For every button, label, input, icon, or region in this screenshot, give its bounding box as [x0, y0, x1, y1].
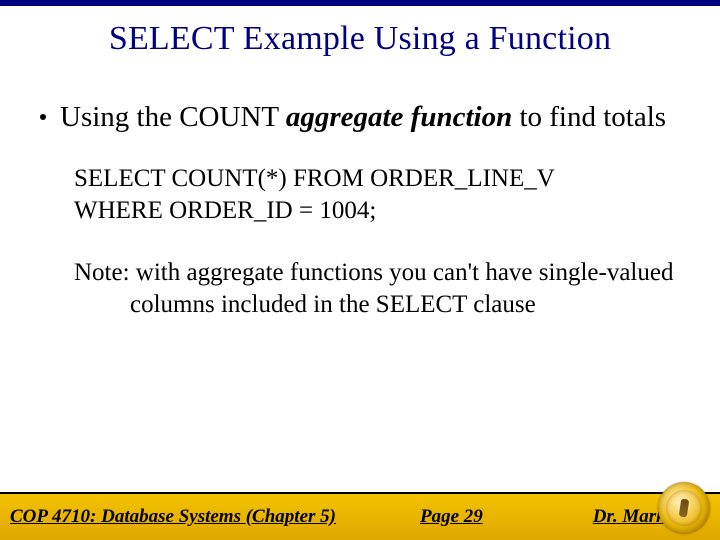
- sql-code-block: SELECT COUNT(*) FROM ORDER_LINE_V WHERE …: [74, 163, 680, 227]
- slide-title: SELECT Example Using a Function: [0, 6, 720, 66]
- footer-page: Page 29: [420, 506, 483, 528]
- footer-course: COP 4710: Database Systems (Chapter 5): [10, 506, 336, 528]
- note-text: Note: with aggregate functions you can't…: [130, 257, 680, 320]
- note-block: Note: with aggregate functions you can't…: [130, 257, 680, 320]
- bullet-prefix: Using the COUNT: [60, 101, 286, 133]
- bullet-emph: aggregate function: [286, 101, 512, 133]
- bullet-text: Using the COUNT aggregate function to fi…: [60, 100, 680, 135]
- seal-icon: [658, 482, 710, 534]
- slide: SELECT Example Using a Function Using th…: [0, 0, 720, 540]
- sql-line-2: WHERE ORDER_ID = 1004;: [74, 195, 680, 227]
- slide-body: Using the COUNT aggregate function to fi…: [0, 66, 720, 320]
- footer-author: Dr. Mark: [593, 506, 666, 528]
- bullet-suffix: to find totals: [512, 101, 666, 133]
- footer-bar: COP 4710: Database Systems (Chapter 5) P…: [0, 492, 720, 540]
- sql-line-1: SELECT COUNT(*) FROM ORDER_LINE_V: [74, 163, 680, 195]
- bullet-item: Using the COUNT aggregate function to fi…: [40, 100, 680, 135]
- bullet-dot-icon: [40, 114, 46, 120]
